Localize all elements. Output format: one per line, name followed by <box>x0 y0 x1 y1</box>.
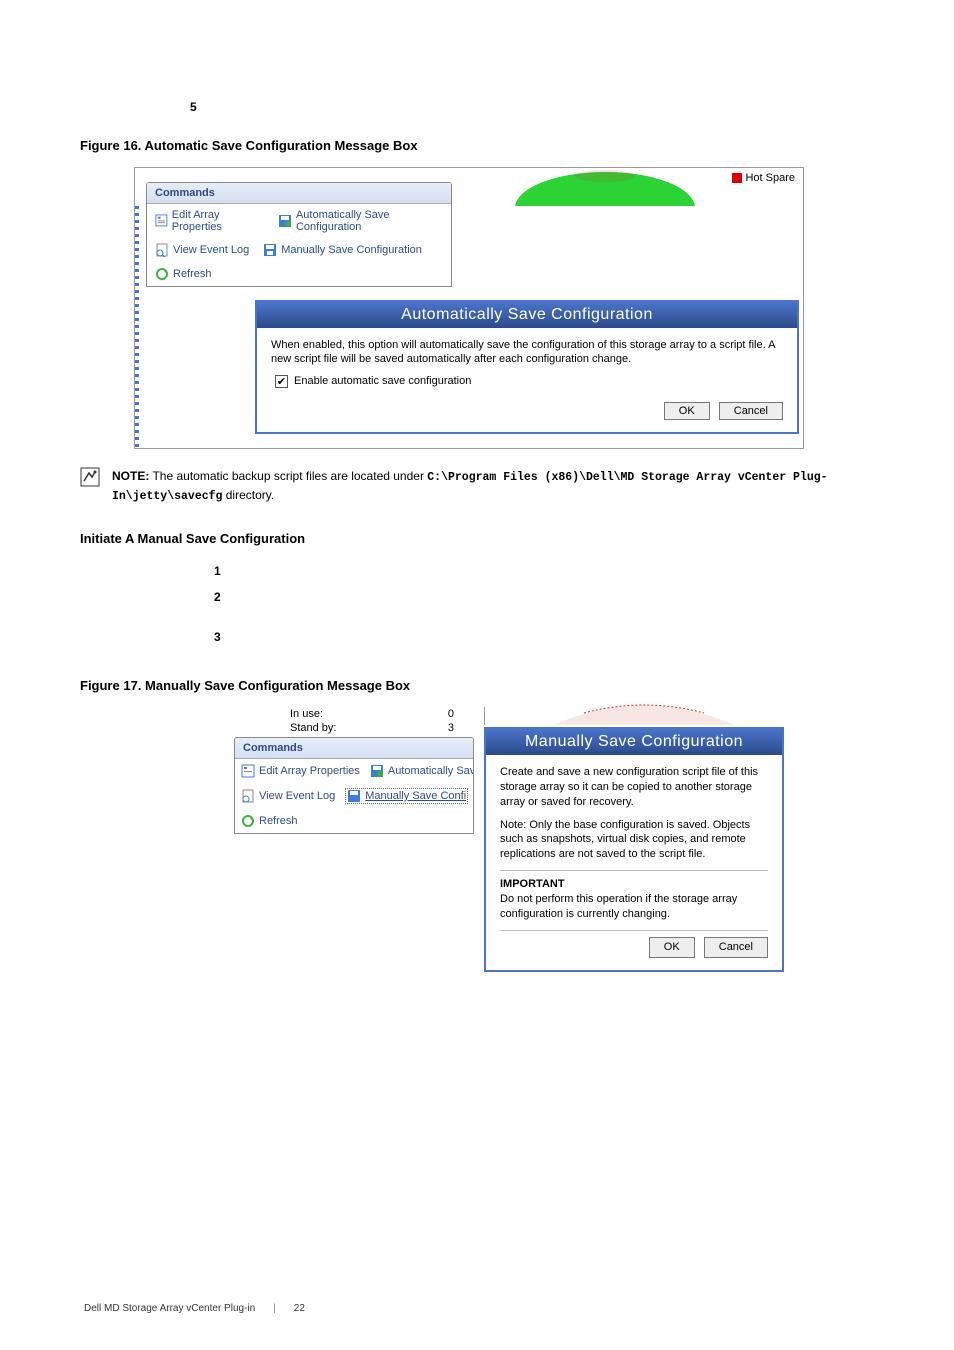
edit-array-properties-label: Edit Array Properties <box>172 209 264 233</box>
decorative-divider <box>484 707 485 725</box>
refresh-icon <box>155 267 169 281</box>
view-event-log-label-2: View Event Log <box>259 790 335 802</box>
manual-save-section-title: Initiate A Manual Save Configuration <box>80 531 874 546</box>
step-1-number: 1 <box>214 564 221 578</box>
important-text: Do not perform this operation if the sto… <box>500 892 768 922</box>
refresh-icon-2 <box>241 814 255 828</box>
hot-spare-legend: Hot Spare <box>732 172 795 184</box>
in-use-row: In use: 0 <box>290 707 474 721</box>
standby-row: Stand by: 3 <box>290 721 474 735</box>
figure-17: In use: 0 Stand by: 3 Commands Edit Arra… <box>134 707 874 1094</box>
save-icon-2 <box>347 789 361 803</box>
edit-array-properties-link-2[interactable]: Edit Array Properties <box>241 764 360 778</box>
manual-save-config-label: Manually Save Configuration <box>281 244 422 256</box>
page-footer: Dell MD Storage Array vCenter Plug-in | … <box>84 1303 305 1314</box>
cancel-button-2[interactable]: Cancel <box>704 937 768 958</box>
in-use-value: 0 <box>448 708 454 720</box>
event-log-icon <box>155 243 169 257</box>
manual-save-steps: 1 2 3 <box>104 564 874 648</box>
cancel-button[interactable]: Cancel <box>719 402 783 420</box>
hot-spare-label: Hot Spare <box>745 172 795 184</box>
edit-array-properties-link[interactable]: Edit Array Properties <box>155 209 264 233</box>
note-block: NOTE: The automatic backup script files … <box>80 467 874 506</box>
commands-header: Commands <box>147 183 451 204</box>
ok-button[interactable]: OK <box>664 402 710 420</box>
commands-panel: Commands Edit Array Properties Automatic… <box>146 182 452 287</box>
manual-save-config-link[interactable]: Manually Save Configuration <box>263 243 422 257</box>
view-event-log-link[interactable]: View Event Log <box>155 243 249 257</box>
dialog-divider <box>500 870 768 871</box>
ok-button-2[interactable]: OK <box>649 937 695 958</box>
note-text-before: The automatic backup script files are lo… <box>149 469 427 483</box>
auto-save-config-label-2: Automatically Save C <box>388 765 474 777</box>
manual-save-dialog-p1: Create and save a new configuration scri… <box>500 765 768 810</box>
pie-chart-fragment <box>505 168 705 206</box>
decorative-left-edge <box>135 206 139 448</box>
save-icon <box>263 243 277 257</box>
hot-spare-swatch <box>732 173 742 183</box>
manual-save-config-link-2[interactable]: Manually Save Confi <box>345 788 468 804</box>
important-label: IMPORTANT <box>500 878 565 890</box>
auto-save-config-label: Automatically Save Configuration <box>296 209 443 233</box>
refresh-link-2[interactable]: Refresh <box>241 814 298 828</box>
refresh-link[interactable]: Refresh <box>155 267 212 281</box>
dialog-divider-2 <box>500 930 768 931</box>
auto-save-dialog-title: Automatically Save Configuration <box>257 302 797 328</box>
standby-value: 3 <box>448 722 454 734</box>
step-3-number: 3 <box>214 630 221 644</box>
manual-save-dialog-title: Manually Save Configuration <box>486 729 782 755</box>
auto-save-dialog-description: When enabled, this option will automatic… <box>271 338 783 367</box>
event-log-icon-2 <box>241 789 255 803</box>
note-label: NOTE: <box>112 469 149 483</box>
commands-panel-2: Commands Edit Array Properties Automatic… <box>234 737 474 834</box>
enable-auto-save-checkbox-label: Enable automatic save configuration <box>294 375 471 387</box>
refresh-label: Refresh <box>173 268 212 280</box>
properties-icon-2 <box>241 764 255 778</box>
figure-16-caption: Figure 16. Automatic Save Configuration … <box>80 138 874 153</box>
step-2-number: 2 <box>214 590 221 604</box>
auto-save-icon-2 <box>370 764 384 778</box>
refresh-label-2: Refresh <box>259 815 298 827</box>
auto-save-dialog: Automatically Save Configuration When en… <box>255 300 799 434</box>
pie-chart-fragment-2 <box>554 703 734 725</box>
properties-icon <box>155 214 168 228</box>
manual-save-dialog-p2: Note: Only the base configuration is sav… <box>500 818 768 863</box>
standby-label: Stand by: <box>290 722 336 734</box>
view-event-log-label: View Event Log <box>173 244 249 256</box>
auto-save-icon <box>278 214 292 228</box>
step-5-number: 5 <box>190 100 197 114</box>
enable-auto-save-checkbox-row[interactable]: ✔ Enable automatic save configuration <box>275 375 783 388</box>
view-event-log-link-2[interactable]: View Event Log <box>241 788 335 804</box>
footer-product: Dell MD Storage Array vCenter Plug-in <box>84 1303 255 1314</box>
checkbox-icon[interactable]: ✔ <box>275 375 288 388</box>
note-text-after: directory. <box>222 488 274 502</box>
auto-save-config-link[interactable]: Automatically Save Configuration <box>278 209 443 233</box>
manual-save-config-label-2: Manually Save Confi <box>365 790 466 802</box>
in-use-label: In use: <box>290 708 323 720</box>
auto-save-config-link-2[interactable]: Automatically Save C <box>370 764 474 778</box>
figure-16: Hot Spare Commands Edit Array Properties… <box>134 167 874 449</box>
footer-separator: | <box>273 1303 276 1314</box>
footer-page-number: 22 <box>294 1303 305 1314</box>
commands-header-2: Commands <box>235 738 473 759</box>
figure-17-caption: Figure 17. Manually Save Configuration M… <box>80 678 874 693</box>
manual-save-dialog: Manually Save Configuration Create and s… <box>484 727 784 971</box>
edit-array-properties-label-2: Edit Array Properties <box>259 765 360 777</box>
note-icon <box>80 467 100 487</box>
